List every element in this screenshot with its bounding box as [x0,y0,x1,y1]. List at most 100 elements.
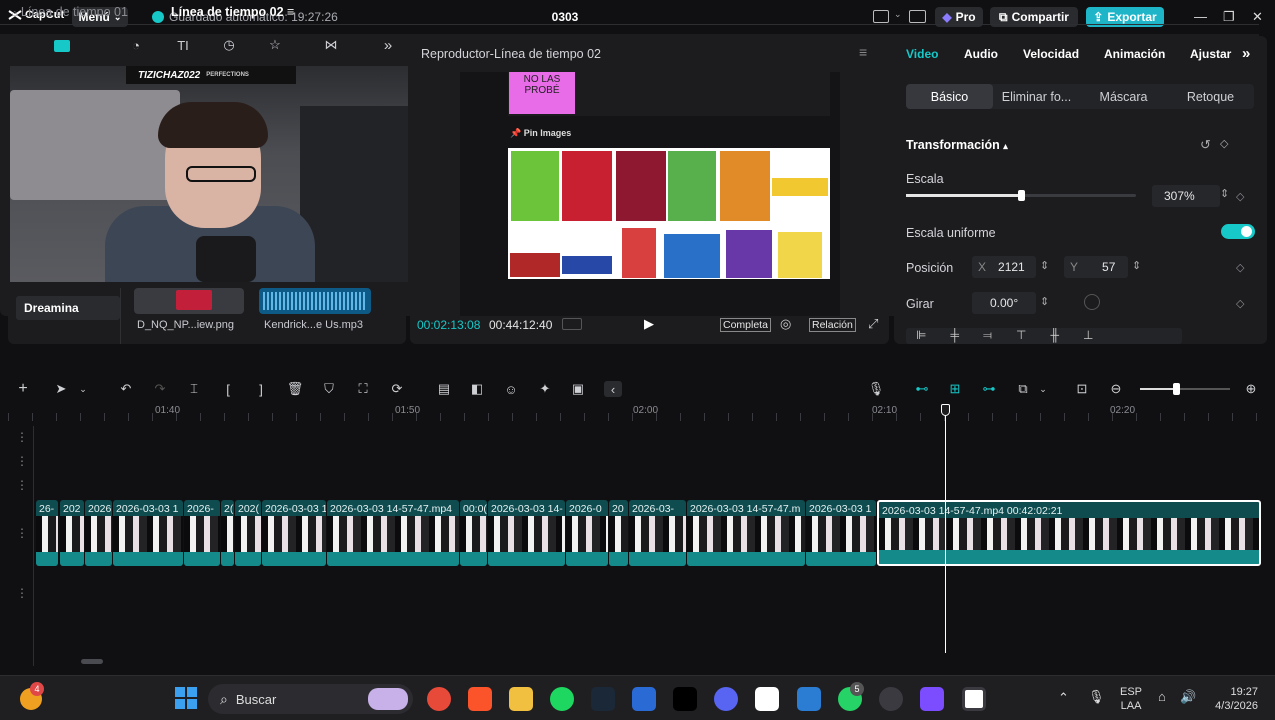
crop-icon[interactable]: ⛶ [354,381,372,397]
fullscreen-icon[interactable]: ⤢ [868,316,878,332]
stepper-icon[interactable]: ⇕ [1220,187,1229,200]
subtab-retouch[interactable]: Retoque [1167,84,1254,109]
align-middle-icon[interactable]: ╫ [1050,328,1059,344]
video-clip[interactable]: 26- [36,500,58,566]
zoom-slider-knob[interactable] [1173,383,1180,395]
position-x-field[interactable]: X 2121 [972,256,1036,278]
audio-tab-icon[interactable]: ◔ [128,38,144,53]
steam-icon[interactable] [591,687,615,711]
playhead-handle[interactable] [941,404,950,416]
clock[interactable]: 19:27 4/3/2026 [1208,685,1258,713]
video-clip[interactable]: 2026- [184,500,220,566]
preview-axis-icon[interactable]: ⧉ [1014,381,1032,397]
microphone-icon[interactable]: 🎙 [867,381,885,397]
split-icon[interactable]: ⌶ [185,381,203,397]
language-indicator[interactable]: ESP LAA [1120,685,1142,713]
axis-chevron-icon[interactable]: ⌄ [1034,381,1052,397]
redo-icon[interactable]: ↷ [151,381,169,397]
word-icon[interactable] [797,687,821,711]
video-clip[interactable]: 2026-03-03 14-57-47.m [687,500,805,566]
align-top-icon[interactable]: ⊤ [1016,328,1026,344]
video-clip[interactable]: 2026-03-03 1 [113,500,183,566]
mirror-icon[interactable]: ◧ [468,381,486,397]
align-right-icon[interactable]: ⫤ [983,328,992,344]
tab-video[interactable]: Video [906,47,938,61]
video-clip[interactable]: 202 [60,500,84,566]
undo-icon[interactable]: ↶ [117,381,135,397]
play-icon[interactable]: ▶ [644,316,654,332]
scale-slider-knob[interactable] [1018,190,1025,201]
apps-grid-icon[interactable] [920,687,944,711]
tiktok-icon[interactable] [673,687,697,711]
track-dots-icon[interactable]: ⋮ [16,478,28,492]
windows-start-icon[interactable] [175,687,197,709]
person-icon[interactable]: ☺ [502,381,520,397]
obs-icon[interactable] [879,687,903,711]
video-clip[interactable]: 2026-03-03 14- [488,500,565,566]
tab-adjust[interactable]: Ajustar [1190,47,1231,61]
split-right-icon[interactable]: ] [252,381,270,397]
video-clip[interactable]: 00:0( [460,500,487,566]
hd-icon[interactable]: ▣ [569,381,587,397]
align-center-icon[interactable]: ╪ [950,328,959,344]
subtab-mask[interactable]: Máscara [1080,84,1167,109]
zoom-in-icon[interactable]: ⊕ [1242,381,1260,397]
layout-icon[interactable] [873,10,889,23]
close-icon[interactable]: ✕ [1252,9,1263,25]
video-clip[interactable]: 2( [221,500,234,566]
align-bottom-icon[interactable]: ⊥ [1083,328,1093,344]
more-tabs-icon[interactable]: » [1242,45,1250,62]
zoom-out-icon[interactable]: ⊖ [1107,381,1125,397]
video-clip[interactable]: 2026-03-03 14-57-47.mp4 [327,500,459,566]
scale-slider[interactable] [906,190,1136,201]
screenshot-icon[interactable]: ◎ [780,316,791,332]
reset-icon[interactable]: ↺ [1200,137,1211,153]
keyframe-icon[interactable]: ◇ [1236,190,1244,203]
network-icon[interactable]: ⌂ [1158,689,1166,704]
keyframe-icon[interactable]: ◇ [1236,261,1244,274]
rotate-field[interactable]: 0.00° [972,292,1036,314]
expand-tabs-icon[interactable]: » [380,37,396,54]
capcut-taskbar-icon[interactable] [755,687,779,711]
video-clip[interactable]: 2026-03-03 1 [806,500,876,566]
subtab-remove-bg[interactable]: Eliminar fo... [993,84,1080,109]
tab-speed[interactable]: Velocidad [1023,47,1079,61]
section-title[interactable]: Transformación ▴ [906,138,1008,152]
split-left-icon[interactable]: [ [219,381,237,397]
discord-icon[interactable] [714,687,738,711]
timeline-strip-icon[interactable] [562,318,582,330]
magnet-icon[interactable]: ⊷ [913,381,931,397]
keyframe-icon[interactable]: ◇ [1220,137,1228,150]
video-clip[interactable]: 2026 [85,500,112,566]
dreamina-button[interactable]: Dreamina [16,296,120,320]
video-clip-selected[interactable]: 2026-03-03 14-57-47.mp4 00:42:02:21 [877,500,1261,566]
collapse-icon[interactable]: ‹ [604,381,622,397]
search-box[interactable]: ⌕ Buscar [208,684,413,714]
file-explorer-icon[interactable] [509,687,533,711]
keyframe-icon[interactable]: ◇ [1236,297,1244,310]
tab-animation[interactable]: Animación [1104,47,1165,61]
stepper-icon[interactable]: ⇕ [1040,295,1049,308]
tab-audio[interactable]: Audio [964,47,998,61]
media-tab-icon[interactable] [54,40,70,52]
volume-icon[interactable]: 🔊 [1180,689,1196,705]
layout-chevron-icon[interactable]: ⌄ [894,9,902,20]
keyboard-icon[interactable] [909,10,926,23]
video-clip[interactable]: 2026-03-03 1 [262,500,326,566]
media-item-image-thumb[interactable] [134,288,244,314]
uniform-scale-toggle[interactable] [1221,224,1255,239]
spotify-icon[interactable] [550,687,574,711]
microphone-tray-icon[interactable]: 🎙 [1088,689,1105,705]
rotate-dial[interactable] [1084,294,1100,310]
track-dots-icon[interactable]: ⋮ [16,526,28,540]
maximize-icon[interactable]: ❐ [1223,9,1235,25]
media-item-audio-thumb[interactable] [259,288,371,314]
video-clip[interactable]: 2026-03- [629,500,686,566]
stepper-icon[interactable]: ⇕ [1132,259,1141,272]
chevron-up-icon[interactable]: ⌃ [1058,690,1069,706]
link-icon[interactable]: ⊶ [980,381,998,397]
zoom-slider[interactable] [1140,383,1230,395]
text-tab-icon[interactable]: TI [175,38,191,53]
timeline-tab-01[interactable]: ⌂ Línea de tiempo 01 [12,5,128,19]
shield-icon[interactable]: ⛉ [320,381,338,397]
